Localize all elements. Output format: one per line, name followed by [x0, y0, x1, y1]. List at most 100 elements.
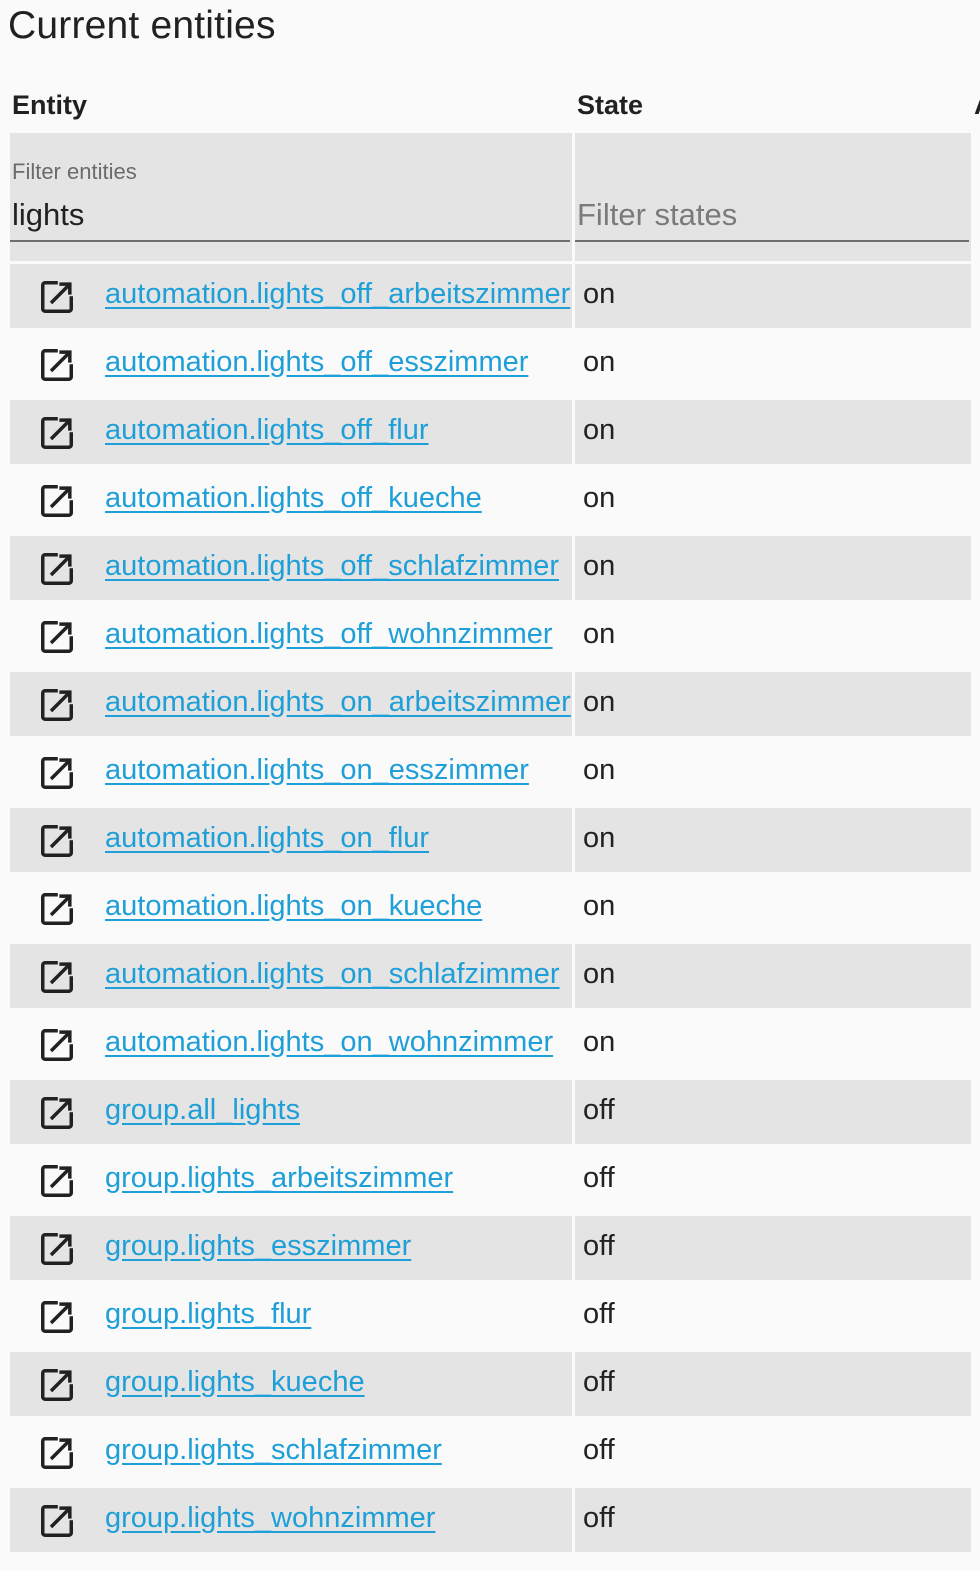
open-in-new-icon[interactable]: [38, 754, 76, 792]
open-in-new-icon[interactable]: [38, 822, 76, 860]
state-value: off: [583, 1094, 615, 1126]
entity-link[interactable]: group.lights_arbeitszimmer: [105, 1162, 453, 1195]
table-row: automation.lights_off_kueche on: [10, 468, 972, 536]
state-filter-input[interactable]: [577, 197, 957, 233]
table-row: group.lights_esszimmer off: [10, 1216, 972, 1284]
state-value: on: [583, 550, 616, 582]
entity-link[interactable]: group.lights_esszimmer: [105, 1230, 411, 1263]
open-in-new-icon[interactable]: [38, 550, 76, 588]
table-row: automation.lights_on_wohnzimmer on: [10, 1012, 972, 1080]
entity-cell: group.all_lights: [10, 1080, 572, 1144]
entity-cell: group.lights_kueche: [10, 1352, 572, 1416]
entity-link[interactable]: automation.lights_on_arbeitszimmer: [105, 686, 571, 719]
state-value: on: [583, 754, 616, 786]
entity-link[interactable]: automation.lights_off_wohnzimmer: [105, 618, 553, 651]
table-row: automation.lights_on_arbeitszimmer on: [10, 672, 972, 740]
table-row: automation.lights_off_flur on: [10, 400, 972, 468]
entity-cell: automation.lights_off_wohnzimmer: [10, 604, 572, 668]
open-in-new-icon[interactable]: [38, 1230, 76, 1268]
open-in-new-icon[interactable]: [38, 414, 76, 452]
entity-link[interactable]: automation.lights_off_kueche: [105, 482, 482, 515]
state-value: on: [583, 278, 616, 310]
state-cell: on: [575, 740, 971, 804]
state-value: off: [583, 1230, 615, 1262]
entity-link[interactable]: group.lights_schlafzimmer: [105, 1434, 442, 1467]
state-value: on: [583, 686, 616, 718]
state-value: on: [583, 482, 616, 514]
table-row: automation.lights_off_arbeitszimmer on: [10, 264, 972, 332]
open-in-new-icon[interactable]: [38, 278, 76, 316]
entity-filter-input[interactable]: [12, 197, 562, 233]
state-cell: off: [575, 1420, 971, 1484]
state-cell: on: [575, 400, 971, 464]
entity-filter-cell: Filter entities: [10, 133, 572, 261]
table-row: group.lights_schlafzimmer off: [10, 1420, 972, 1488]
state-filter-cell: [575, 133, 971, 261]
table-row: automation.lights_on_schlafzimmer on: [10, 944, 972, 1012]
state-cell: on: [575, 604, 971, 668]
entity-link[interactable]: automation.lights_off_flur: [105, 414, 429, 447]
entity-link[interactable]: automation.lights_off_schlafzimmer: [105, 550, 559, 583]
entity-link[interactable]: automation.lights_on_kueche: [105, 890, 482, 923]
table-row: automation.lights_off_wohnzimmer on: [10, 604, 972, 672]
open-in-new-icon[interactable]: [38, 1366, 76, 1404]
entity-link[interactable]: automation.lights_off_esszimmer: [105, 346, 528, 379]
state-cell: on: [575, 808, 971, 872]
entity-cell: automation.lights_off_arbeitszimmer: [10, 264, 572, 328]
state-cell: off: [575, 1284, 971, 1348]
state-value: off: [583, 1434, 615, 1466]
open-in-new-icon[interactable]: [38, 482, 76, 520]
state-filter-underline: [575, 240, 969, 242]
open-in-new-icon[interactable]: [38, 1434, 76, 1472]
table-row: group.all_lights off: [10, 1080, 972, 1148]
state-value: on: [583, 958, 616, 990]
entity-cell: automation.lights_off_schlafzimmer: [10, 536, 572, 600]
open-in-new-icon[interactable]: [38, 1094, 76, 1132]
entity-link[interactable]: automation.lights_on_flur: [105, 822, 429, 855]
open-in-new-icon[interactable]: [38, 958, 76, 996]
entity-cell: group.lights_arbeitszimmer: [10, 1148, 572, 1212]
table-row: group.lights_flur off: [10, 1284, 972, 1352]
state-cell: on: [575, 264, 971, 328]
open-in-new-icon[interactable]: [38, 346, 76, 384]
entity-cell: group.lights_flur: [10, 1284, 572, 1348]
state-cell: on: [575, 468, 971, 532]
entity-link[interactable]: automation.lights_on_schlafzimmer: [105, 958, 560, 991]
entity-link[interactable]: group.lights_flur: [105, 1298, 311, 1331]
state-cell: off: [575, 1080, 971, 1144]
entity-filter-label: Filter entities: [12, 159, 137, 184]
open-in-new-icon[interactable]: [38, 1298, 76, 1336]
open-in-new-icon[interactable]: [38, 618, 76, 656]
open-in-new-icon[interactable]: [38, 686, 76, 724]
entity-link[interactable]: automation.lights_off_arbeitszimmer: [105, 278, 570, 311]
table-row: automation.lights_on_esszimmer on: [10, 740, 972, 808]
entity-cell: automation.lights_on_arbeitszimmer: [10, 672, 572, 736]
state-value: on: [583, 1026, 616, 1058]
state-value: on: [583, 618, 616, 650]
state-value: on: [583, 822, 616, 854]
entity-link[interactable]: automation.lights_on_esszimmer: [105, 754, 529, 787]
developer-states-page: Current entities Entity State A Filter e…: [0, 0, 980, 1570]
table-row: automation.lights_on_kueche on: [10, 876, 972, 944]
table-row: automation.lights_off_esszimmer on: [10, 332, 972, 400]
state-cell: on: [575, 944, 971, 1008]
state-value: on: [583, 414, 616, 446]
entity-link[interactable]: group.all_lights: [105, 1094, 300, 1127]
entity-link[interactable]: group.lights_kueche: [105, 1366, 365, 1399]
table-row: group.lights_kueche off: [10, 1352, 972, 1420]
open-in-new-icon[interactable]: [38, 1162, 76, 1200]
entity-cell: group.lights_schlafzimmer: [10, 1420, 572, 1484]
entity-link[interactable]: group.lights_wohnzimmer: [105, 1502, 435, 1535]
state-value: off: [583, 1502, 615, 1534]
open-in-new-icon[interactable]: [38, 1026, 76, 1064]
open-in-new-icon[interactable]: [38, 1502, 76, 1540]
entity-link[interactable]: automation.lights_on_wohnzimmer: [105, 1026, 553, 1059]
entity-column-header: Entity: [12, 90, 88, 120]
state-cell: on: [575, 536, 971, 600]
entity-cell: automation.lights_on_flur: [10, 808, 572, 872]
entity-cell: automation.lights_off_esszimmer: [10, 332, 572, 396]
table-row: automation.lights_on_flur on: [10, 808, 972, 876]
page-title: Current entities: [8, 4, 276, 47]
open-in-new-icon[interactable]: [38, 890, 76, 928]
state-value: on: [583, 890, 616, 922]
